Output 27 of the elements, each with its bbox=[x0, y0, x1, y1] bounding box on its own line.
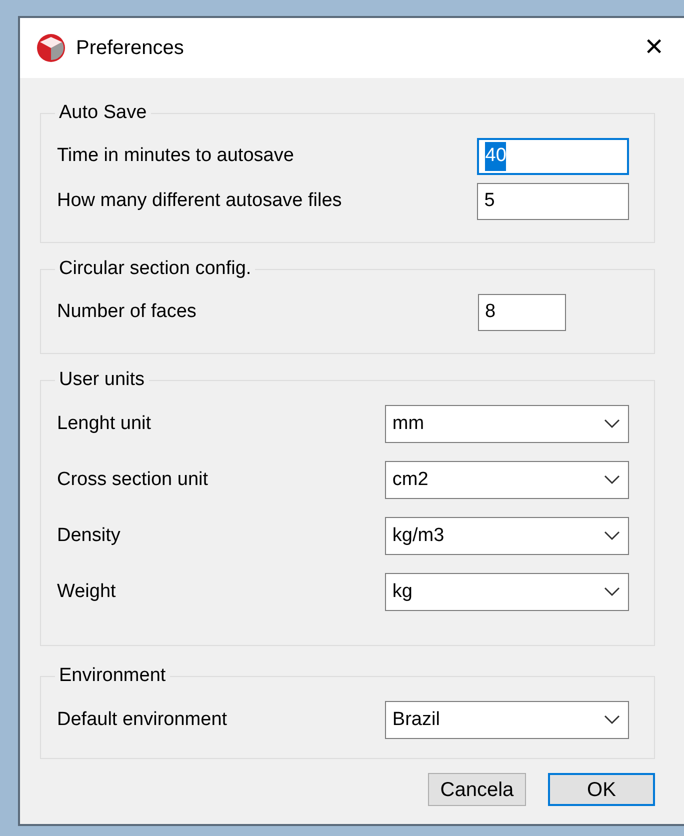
field-label: Time in minutes to autosave bbox=[57, 144, 295, 168]
field-label: Lenght unit bbox=[57, 412, 152, 436]
field-label: Cross section unit bbox=[57, 468, 210, 492]
app-logo-icon bbox=[36, 33, 66, 63]
chevron-down-icon bbox=[604, 531, 620, 541]
dialog-button[interactable]: Cancela bbox=[428, 773, 526, 806]
window-title: Preferences bbox=[76, 36, 185, 61]
chevron-down-icon bbox=[604, 587, 620, 597]
input-field[interactable]: 40 bbox=[477, 138, 629, 175]
chevron-down-icon bbox=[604, 715, 620, 725]
chevron-down-icon bbox=[604, 475, 620, 485]
field-label: Density bbox=[57, 524, 122, 548]
group-title: Circular section config. bbox=[55, 258, 256, 280]
dropdown[interactable]: Brazil bbox=[385, 701, 629, 739]
input-field[interactable]: 5 bbox=[477, 183, 629, 220]
chevron-down-icon bbox=[604, 419, 620, 429]
dropdown[interactable]: cm2 bbox=[385, 461, 629, 499]
field-label: Weight bbox=[57, 580, 117, 604]
close-button[interactable]: ✕ bbox=[638, 32, 670, 64]
field-label: How many different autosave files bbox=[57, 189, 343, 214]
input-field[interactable]: 8 bbox=[478, 294, 566, 331]
dialog-button[interactable]: OK bbox=[548, 773, 655, 806]
field-label: Default environment bbox=[57, 708, 228, 732]
dropdown[interactable]: mm bbox=[385, 405, 629, 443]
dropdown[interactable]: kg/m3 bbox=[385, 517, 629, 555]
field-label: Number of faces bbox=[57, 300, 198, 324]
dropdown[interactable]: kg bbox=[385, 573, 629, 611]
